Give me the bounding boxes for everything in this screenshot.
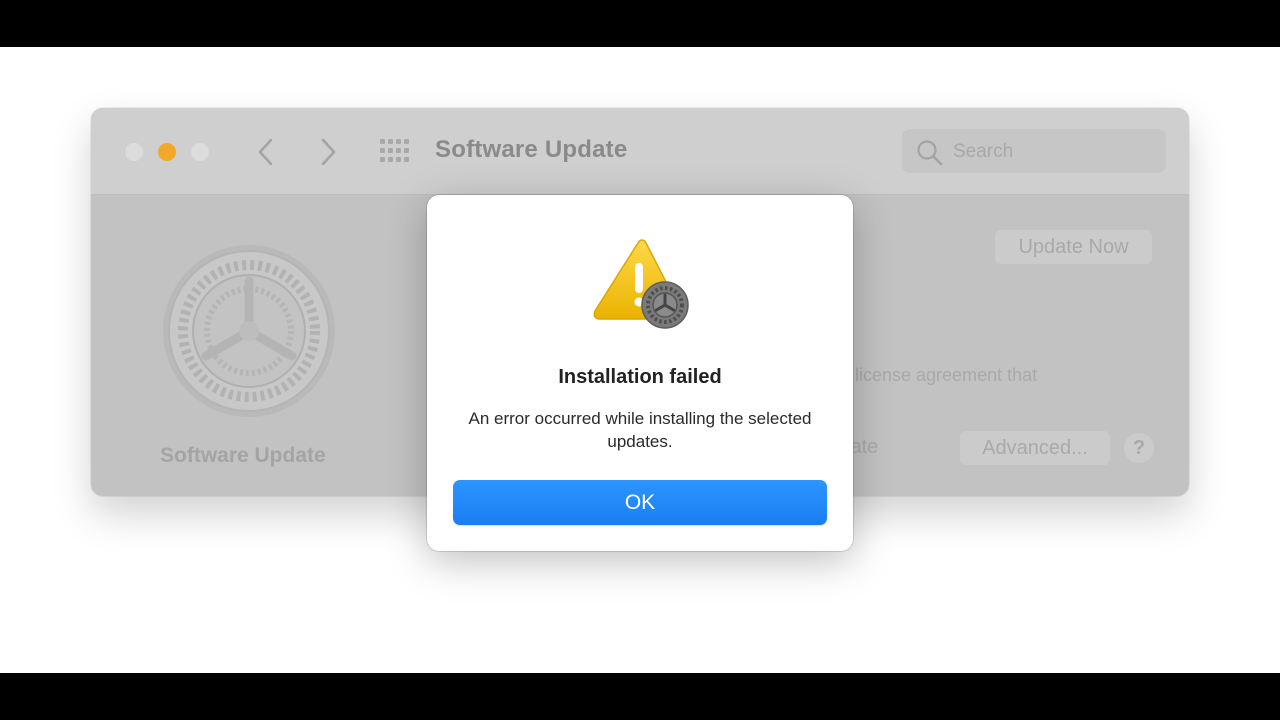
sidebar-app-label: Software Update [160, 444, 326, 467]
window-titlebar: Software Update Search [91, 108, 1189, 195]
screen-background: Software Update Search Software Update U… [0, 47, 1280, 673]
back-chevron-icon[interactable] [251, 132, 281, 172]
search-icon [917, 140, 943, 166]
minimize-icon[interactable] [158, 143, 176, 161]
update-now-button[interactable]: Update Now [995, 230, 1152, 264]
forward-chevron-icon[interactable] [313, 132, 343, 172]
installation-failed-dialog: Installation failed An error occurred wh… [427, 195, 853, 551]
close-icon[interactable] [125, 143, 143, 161]
advanced-button[interactable]: Advanced... [960, 431, 1110, 465]
dialog-message: An error occurred while installing the s… [468, 409, 812, 451]
ok-button[interactable]: OK [453, 480, 827, 525]
zoom-icon[interactable] [191, 143, 209, 161]
help-button[interactable]: ? [1124, 433, 1154, 463]
show-all-grid-icon[interactable] [379, 138, 413, 164]
search-field[interactable]: Search [902, 129, 1166, 173]
system-preferences-gear-icon [161, 243, 337, 424]
window-title: Software Update [435, 136, 628, 163]
warning-triangle-icon [591, 239, 689, 336]
search-placeholder: Search [953, 141, 1014, 162]
license-text-fragment: l license agreement that [846, 365, 1038, 385]
dialog-title: Installation failed [558, 366, 722, 388]
